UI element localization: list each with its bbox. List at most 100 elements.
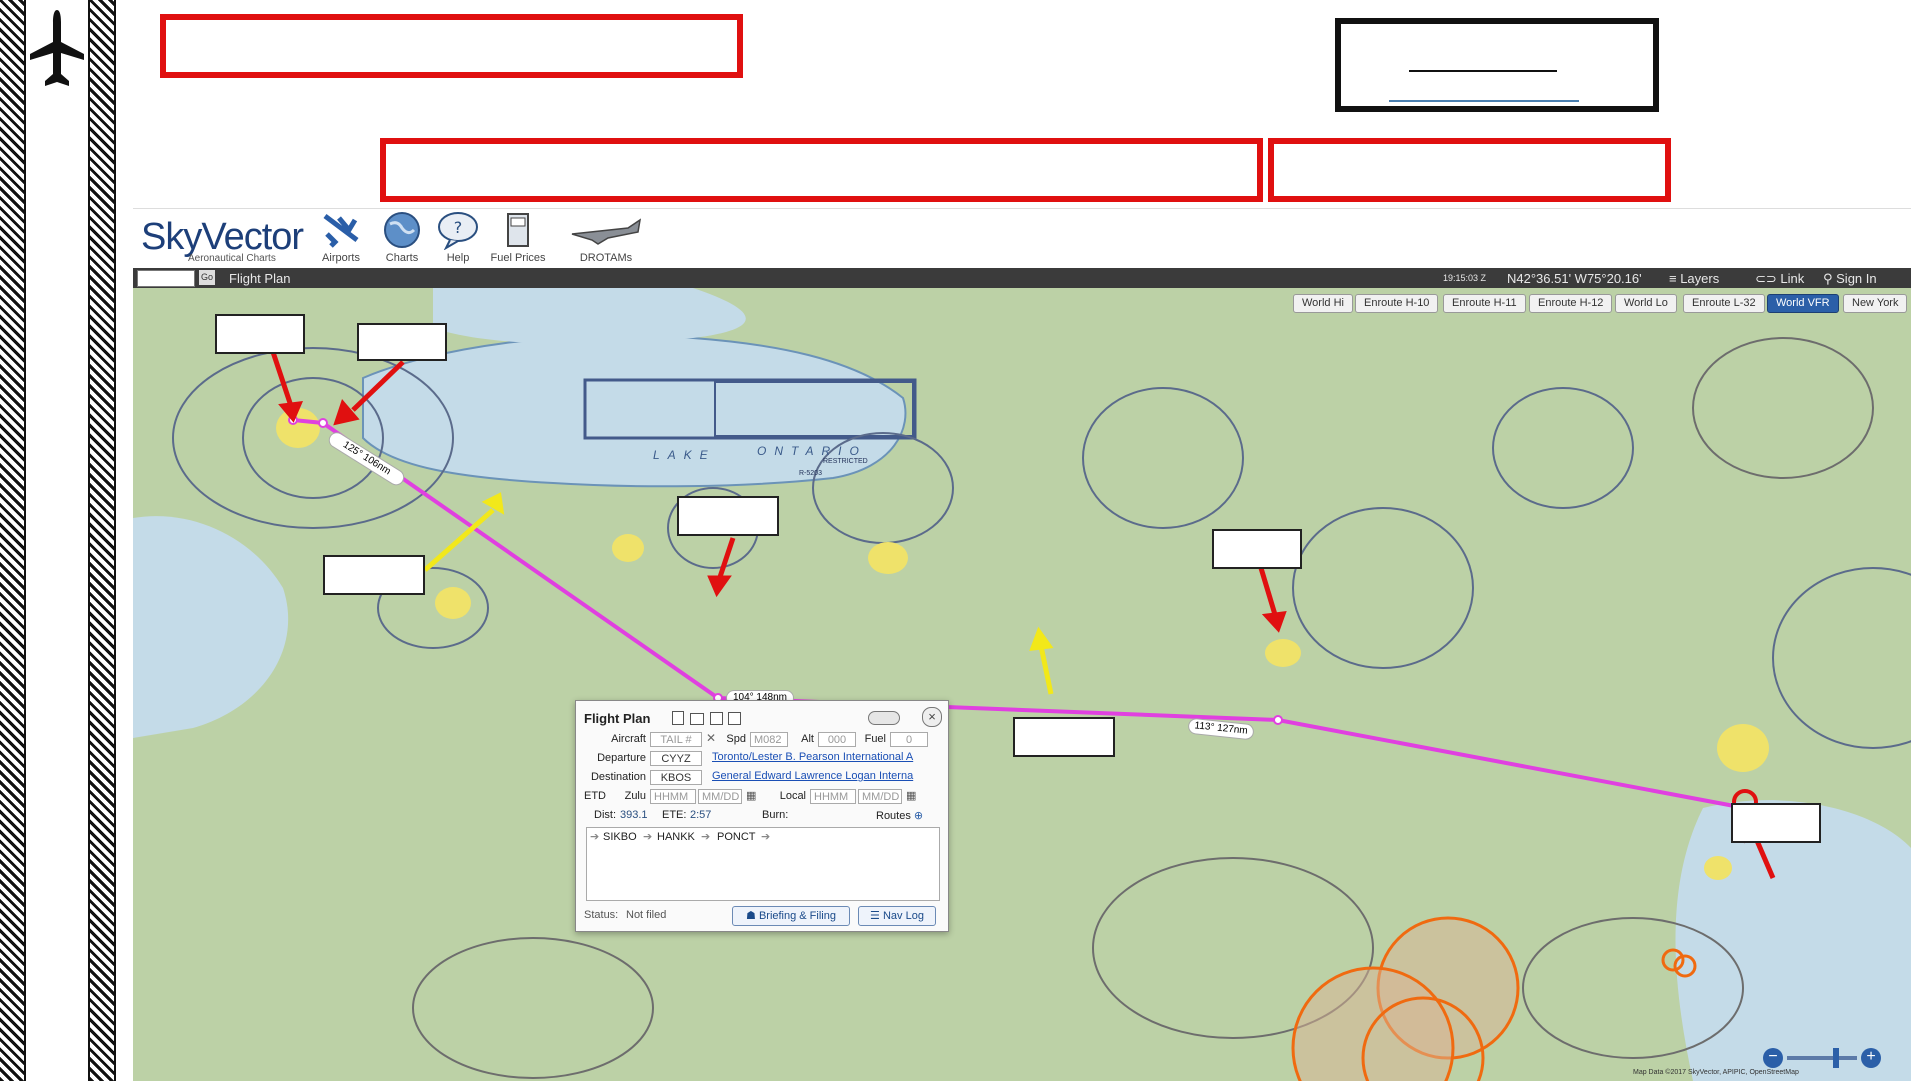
sign-in-button[interactable]: ⚲ Sign In (1823, 271, 1877, 287)
nav-charts-button[interactable]: Charts (372, 210, 432, 264)
status-label: Status: (584, 909, 619, 921)
zulu-date-input[interactable]: MM/DD (698, 789, 742, 804)
clear-aircraft-icon[interactable]: ✕ (706, 731, 716, 745)
burn-label: Burn: (762, 809, 789, 821)
local-label: Local (779, 790, 806, 802)
link-label: Link (1780, 271, 1805, 286)
departure-input[interactable]: CYYZ (650, 751, 702, 766)
chart-tab-enroute-h12[interactable]: Enroute H-12 (1529, 294, 1613, 313)
chart-tab-new-york[interactable]: New York (1843, 294, 1908, 313)
chart-tab-enroute-h10[interactable]: Enroute H-10 (1355, 294, 1439, 313)
zulu-time: 19:15:03 Z (1443, 273, 1487, 283)
nav-fuel-prices-label: Fuel Prices (490, 252, 546, 264)
nav-log-label: Nav Log (882, 910, 924, 922)
route-arrow-icon: ➔ (761, 831, 771, 843)
edit-icon[interactable] (728, 712, 741, 725)
chart-tab-enroute-h11[interactable]: Enroute H-11 (1443, 294, 1526, 313)
sign-in-label: Sign In (1836, 271, 1877, 286)
aircraft-input[interactable]: TAIL # (650, 732, 702, 747)
local-date-input[interactable]: MM/DD (858, 789, 902, 804)
annotation-label-3 (323, 555, 425, 595)
nav-airports-label: Airports (322, 252, 360, 264)
layers-button[interactable]: ≡ Layers (1669, 271, 1719, 286)
chart-tab-world-vfr[interactable]: World VFR (1767, 294, 1839, 313)
fuel-input[interactable]: 0 (890, 732, 928, 747)
chart-tab-world-hi[interactable]: World Hi (1293, 294, 1353, 313)
search-input[interactable] (137, 270, 195, 287)
nav-charts-label: Charts (385, 252, 419, 264)
destination-input[interactable]: KBOS (650, 770, 702, 785)
annotation-box-title (160, 14, 743, 78)
help-bubble-icon: ? (438, 212, 478, 250)
map-label-restricted-id: R-5203 (799, 470, 822, 477)
svg-text:?: ? (454, 218, 463, 237)
distance-value: 393.1 (620, 809, 648, 821)
etd-label: ETD (584, 790, 606, 802)
route-string-box[interactable]: ➔ SIKBO ➔ HANKK ➔ PONCT ➔ (586, 827, 940, 901)
annotation-label-4 (677, 496, 779, 536)
right-border-strip (88, 0, 116, 1081)
route-arrow-icon: ➔ (701, 831, 711, 843)
annotation-label-5 (1212, 529, 1302, 569)
zulu-label: Zulu (624, 790, 646, 802)
local-time-input[interactable]: HHMM (810, 789, 856, 804)
map-canvas (133, 288, 1911, 1081)
annotation-box-black (1335, 18, 1659, 112)
route-arrow-icon: ➔ (643, 831, 653, 843)
flight-plan-toggle[interactable]: Flight Plan (229, 271, 290, 286)
zoom-slider[interactable] (1787, 1056, 1857, 1060)
annotation-box-wide (380, 138, 1263, 202)
speed-input[interactable]: M082 (750, 732, 788, 747)
flight-plan-title: Flight Plan (584, 711, 651, 726)
altitude-input[interactable]: 000 (818, 732, 856, 747)
layers-label: Layers (1680, 271, 1720, 286)
ete-label: ETE: (662, 809, 687, 821)
new-plan-icon[interactable] (672, 711, 684, 725)
speed-label: Spd (726, 733, 746, 745)
link-button[interactable]: ⊂⊃ Link (1755, 271, 1804, 287)
drone-icon (571, 218, 642, 245)
nav-drotams-label: DROTAMs (579, 252, 633, 264)
close-icon[interactable]: × (922, 707, 942, 727)
waypoint-1[interactable]: SIKBO (603, 831, 637, 843)
chart-tab-enroute-l32[interactable]: Enroute L-32 (1683, 294, 1765, 313)
routes-button[interactable]: Routes ⊕ (876, 809, 923, 822)
zulu-time-input[interactable]: HHMM (650, 789, 696, 804)
nav-help-label: Help (446, 252, 470, 264)
altitude-label: Alt (801, 733, 814, 745)
flight-plan-panel: Flight Plan × Aircraft TAIL # ✕ Spd M082… (575, 700, 949, 932)
go-button[interactable]: Go (199, 270, 215, 285)
nav-airports-button[interactable]: Airports (311, 210, 371, 264)
annotation-label-2 (357, 323, 447, 361)
open-folder-icon[interactable] (690, 713, 704, 725)
departure-label: Departure (597, 752, 646, 764)
plus-circle-icon: ⊕ (913, 810, 924, 822)
airplane-icon (323, 214, 359, 248)
zoom-slider-handle[interactable] (1833, 1048, 1839, 1068)
zoom-in-button[interactable]: + (1861, 1048, 1881, 1068)
destination-airport-link[interactable]: General Edward Lawrence Logan Interna (712, 770, 942, 782)
nav-help-button[interactable]: ? Help (428, 210, 488, 264)
zulu-calendar-icon[interactable]: ▦ (746, 789, 756, 802)
departure-airport-link[interactable]: Toronto/Lester B. Pearson International … (712, 751, 942, 763)
map-label-lake: LAKE (653, 448, 716, 462)
cursor-coordinates: N42°36.51' W75°20.16' (1507, 271, 1642, 286)
airplane-logo-icon (28, 8, 86, 92)
nav-fuel-prices-button[interactable]: Fuel Prices (488, 210, 548, 264)
nav-log-button[interactable]: ☰ Nav Log (858, 906, 936, 926)
save-icon[interactable] (710, 712, 723, 725)
waypoint-2[interactable]: HANKK (657, 831, 695, 843)
briefing-filing-button[interactable]: ☗ Briefing & Filing (732, 906, 850, 926)
map-label-restricted: RESTRICTED (823, 458, 868, 465)
search-icon: ⚲ (1823, 271, 1837, 286)
nav-drotams-button[interactable]: DROTAMs (566, 210, 646, 264)
annotation-label-6 (1013, 717, 1115, 757)
chart-tab-world-lo[interactable]: World Lo (1615, 294, 1677, 313)
sectional-map[interactable]: 125° 106nm 104° 148nm 113° 127nm LAKE ON… (133, 288, 1911, 1081)
fuel-icon (507, 213, 529, 247)
toggle-switch[interactable] (868, 711, 900, 725)
annotation-black-line (1409, 70, 1557, 72)
local-calendar-icon[interactable]: ▦ (906, 789, 916, 802)
zoom-out-button[interactable]: − (1763, 1048, 1783, 1068)
waypoint-3[interactable]: PONCT (717, 831, 756, 843)
